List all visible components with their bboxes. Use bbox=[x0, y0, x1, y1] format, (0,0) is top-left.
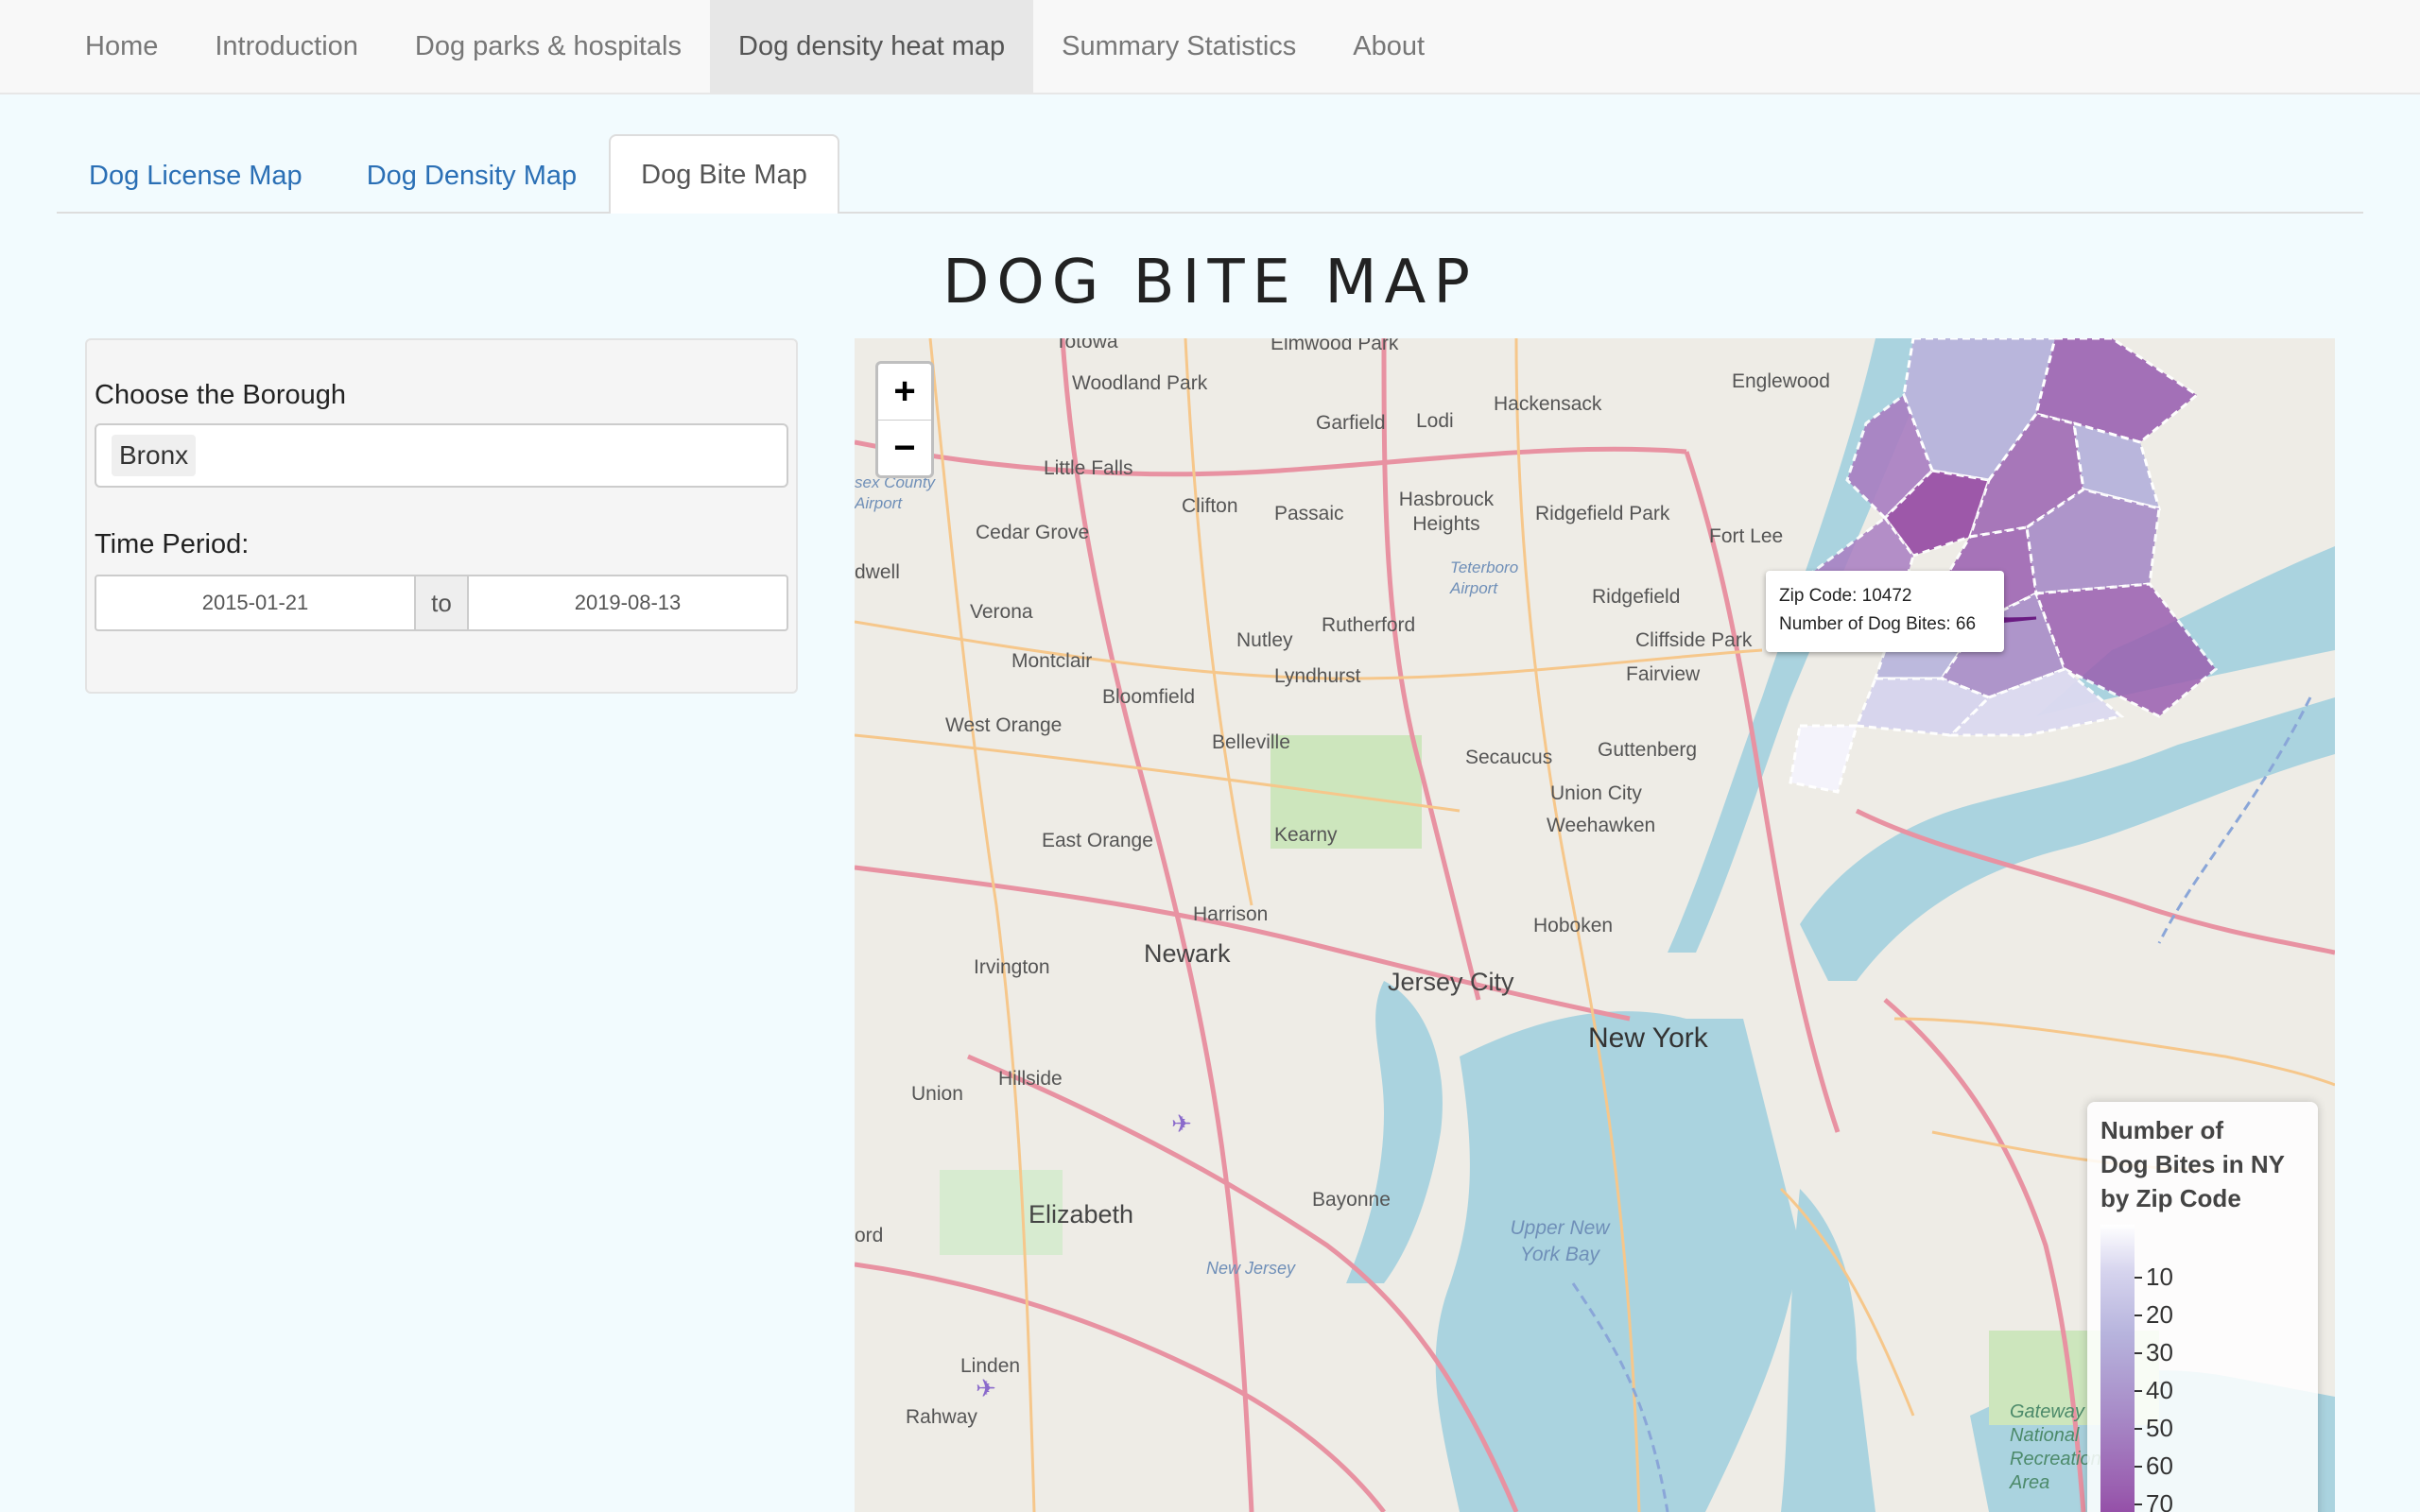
label-jersey-city: Jersey City bbox=[1388, 968, 1514, 996]
tab-dog-license-map[interactable]: Dog License Map bbox=[57, 136, 335, 214]
legend-tick-70: 70 bbox=[2135, 1489, 2173, 1512]
legend-tick-10: 10 bbox=[2135, 1263, 2173, 1292]
label-newark: Newark bbox=[1144, 939, 1231, 968]
label-woodland-park: Woodland Park bbox=[1072, 372, 1208, 394]
label-upper-bay: Upper New York Bay bbox=[1510, 1217, 1610, 1265]
label-verona: Verona bbox=[970, 601, 1033, 623]
borough-selected-value: Bronx bbox=[112, 435, 197, 476]
end-date-input[interactable]: 2019-08-13 bbox=[467, 575, 788, 631]
label-hackensack: Hackensack bbox=[1494, 393, 1602, 415]
label-rutherford: Rutherford bbox=[1322, 614, 1416, 636]
label-ridgefield-park: Ridgefield Park bbox=[1535, 503, 1670, 524]
label-fairview: Fairview bbox=[1626, 663, 1701, 685]
label-montclair: Montclair bbox=[1011, 650, 1093, 672]
tooltip-zip-code: Zip Code: 10472 bbox=[1779, 586, 1912, 606]
label-rahway: Rahway bbox=[906, 1406, 977, 1428]
label-linden: Linden bbox=[960, 1355, 1021, 1377]
label-totowa: Totowa bbox=[1055, 338, 1118, 352]
legend-title-line1: Number of bbox=[2100, 1116, 2223, 1144]
label-lodi: Lodi bbox=[1416, 410, 1454, 432]
nav-summary-statistics[interactable]: Summary Statistics bbox=[1033, 0, 1324, 93]
legend-color-scale bbox=[2100, 1225, 2135, 1512]
tab-dog-bite-map[interactable]: Dog Bite Map bbox=[609, 134, 839, 214]
label-kearny: Kearny bbox=[1274, 824, 1338, 846]
nav-dog-density-heat-map[interactable]: Dog density heat map bbox=[710, 0, 1034, 93]
label-secaucus: Secaucus bbox=[1465, 747, 1553, 768]
dog-bite-map[interactable]: ✈ ✈ Totowa Elmwood Park Englewood Hacken… bbox=[855, 338, 2335, 1512]
label-cliffside-park: Cliffside Park bbox=[1635, 629, 1753, 651]
legend-title-line3: by Zip Code bbox=[2100, 1184, 2241, 1212]
label-passaic: Passaic bbox=[1274, 503, 1344, 524]
label-hillside: Hillside bbox=[998, 1068, 1063, 1090]
zoom-in-button[interactable]: + bbox=[878, 364, 931, 421]
start-date-input[interactable]: 2015-01-21 bbox=[95, 575, 416, 631]
label-little-falls: Little Falls bbox=[1044, 457, 1133, 479]
label-bloomfield: Bloomfield bbox=[1102, 686, 1196, 708]
label-west-orange: West Orange bbox=[945, 714, 1063, 736]
date-range-input: 2015-01-21 to 2019-08-13 bbox=[95, 575, 788, 631]
label-hoboken: Hoboken bbox=[1533, 915, 1614, 936]
zip-tooltip: Zip Code: 10472 Number of Dog Bites: 66 bbox=[1766, 571, 2004, 652]
nav-about[interactable]: About bbox=[1324, 0, 1453, 93]
label-irvington: Irvington bbox=[974, 956, 1050, 978]
nav-home[interactable]: Home bbox=[57, 0, 186, 93]
label-cedar-grove: Cedar Grove bbox=[976, 522, 1090, 543]
label-clifton: Clifton bbox=[1182, 495, 1238, 517]
label-fort-lee: Fort Lee bbox=[1709, 525, 1784, 547]
label-garfield: Garfield bbox=[1316, 412, 1386, 434]
top-navbar: Home Introduction Dog parks & hospitals … bbox=[0, 0, 2420, 94]
zoom-out-button[interactable]: − bbox=[878, 421, 931, 476]
legend-tick-60: 60 bbox=[2135, 1452, 2173, 1481]
label-union: Union bbox=[911, 1083, 963, 1105]
legend-tick-20: 20 bbox=[2135, 1300, 2173, 1330]
page-title: DOG BITE MAP bbox=[942, 248, 1478, 318]
label-caldwell: dwell bbox=[855, 561, 900, 583]
legend-tick-30: 30 bbox=[2135, 1338, 2173, 1367]
tab-dog-density-map[interactable]: Dog Density Map bbox=[335, 136, 609, 214]
label-englewood: Englewood bbox=[1732, 370, 1830, 392]
time-period-label: Time Period: bbox=[95, 529, 250, 559]
filter-panel: Choose the Borough Bronx Time Period: 20… bbox=[85, 338, 798, 694]
label-new-york: New York bbox=[1588, 1022, 1708, 1054]
label-bayonne: Bayonne bbox=[1312, 1189, 1391, 1211]
label-harrison: Harrison bbox=[1193, 903, 1269, 925]
legend-tick-50: 50 bbox=[2135, 1414, 2173, 1443]
borough-label: Choose the Borough bbox=[95, 380, 347, 410]
label-teterboro: Teterboro Airport bbox=[1450, 558, 1519, 597]
nav-dog-parks-hospitals[interactable]: Dog parks & hospitals bbox=[387, 0, 710, 93]
label-weehawken: Weehawken bbox=[1547, 815, 1656, 836]
map-tabs: Dog License Map Dog Density Map Dog Bite… bbox=[57, 134, 2363, 214]
label-elizabeth: Elizabeth bbox=[1028, 1200, 1134, 1228]
label-ford: ord bbox=[855, 1225, 884, 1246]
map-legend: Number of Dog Bites in NY by Zip Code 10… bbox=[2087, 1102, 2318, 1512]
svg-text:✈: ✈ bbox=[1171, 1110, 1192, 1139]
legend-title-line2: Dog Bites in NY bbox=[2100, 1150, 2286, 1178]
label-nutley: Nutley bbox=[1236, 629, 1293, 651]
borough-select[interactable]: Bronx bbox=[95, 423, 788, 488]
label-hasbrouck-heights: Hasbrouck Heights bbox=[1398, 489, 1495, 535]
label-lyndhurst: Lyndhurst bbox=[1274, 665, 1361, 687]
legend-tick-40: 40 bbox=[2135, 1376, 2173, 1405]
nav-introduction[interactable]: Introduction bbox=[186, 0, 387, 93]
label-new-jersey: New Jersey bbox=[1206, 1259, 1296, 1278]
label-east-orange: East Orange bbox=[1042, 830, 1153, 851]
label-essex-airport: sex County Airport bbox=[855, 473, 936, 512]
zoom-control: + − bbox=[875, 361, 934, 478]
tooltip-dog-bites: Number of Dog Bites: 66 bbox=[1779, 614, 1977, 634]
label-union-city: Union City bbox=[1550, 782, 1642, 804]
label-belleville: Belleville bbox=[1212, 731, 1290, 753]
label-ridgefield: Ridgefield bbox=[1592, 586, 1681, 608]
label-guttenberg: Guttenberg bbox=[1598, 739, 1698, 761]
label-elmwood-park: Elmwood Park bbox=[1270, 338, 1399, 354]
svg-text:✈: ✈ bbox=[976, 1375, 996, 1403]
date-range-separator: to bbox=[416, 575, 467, 631]
